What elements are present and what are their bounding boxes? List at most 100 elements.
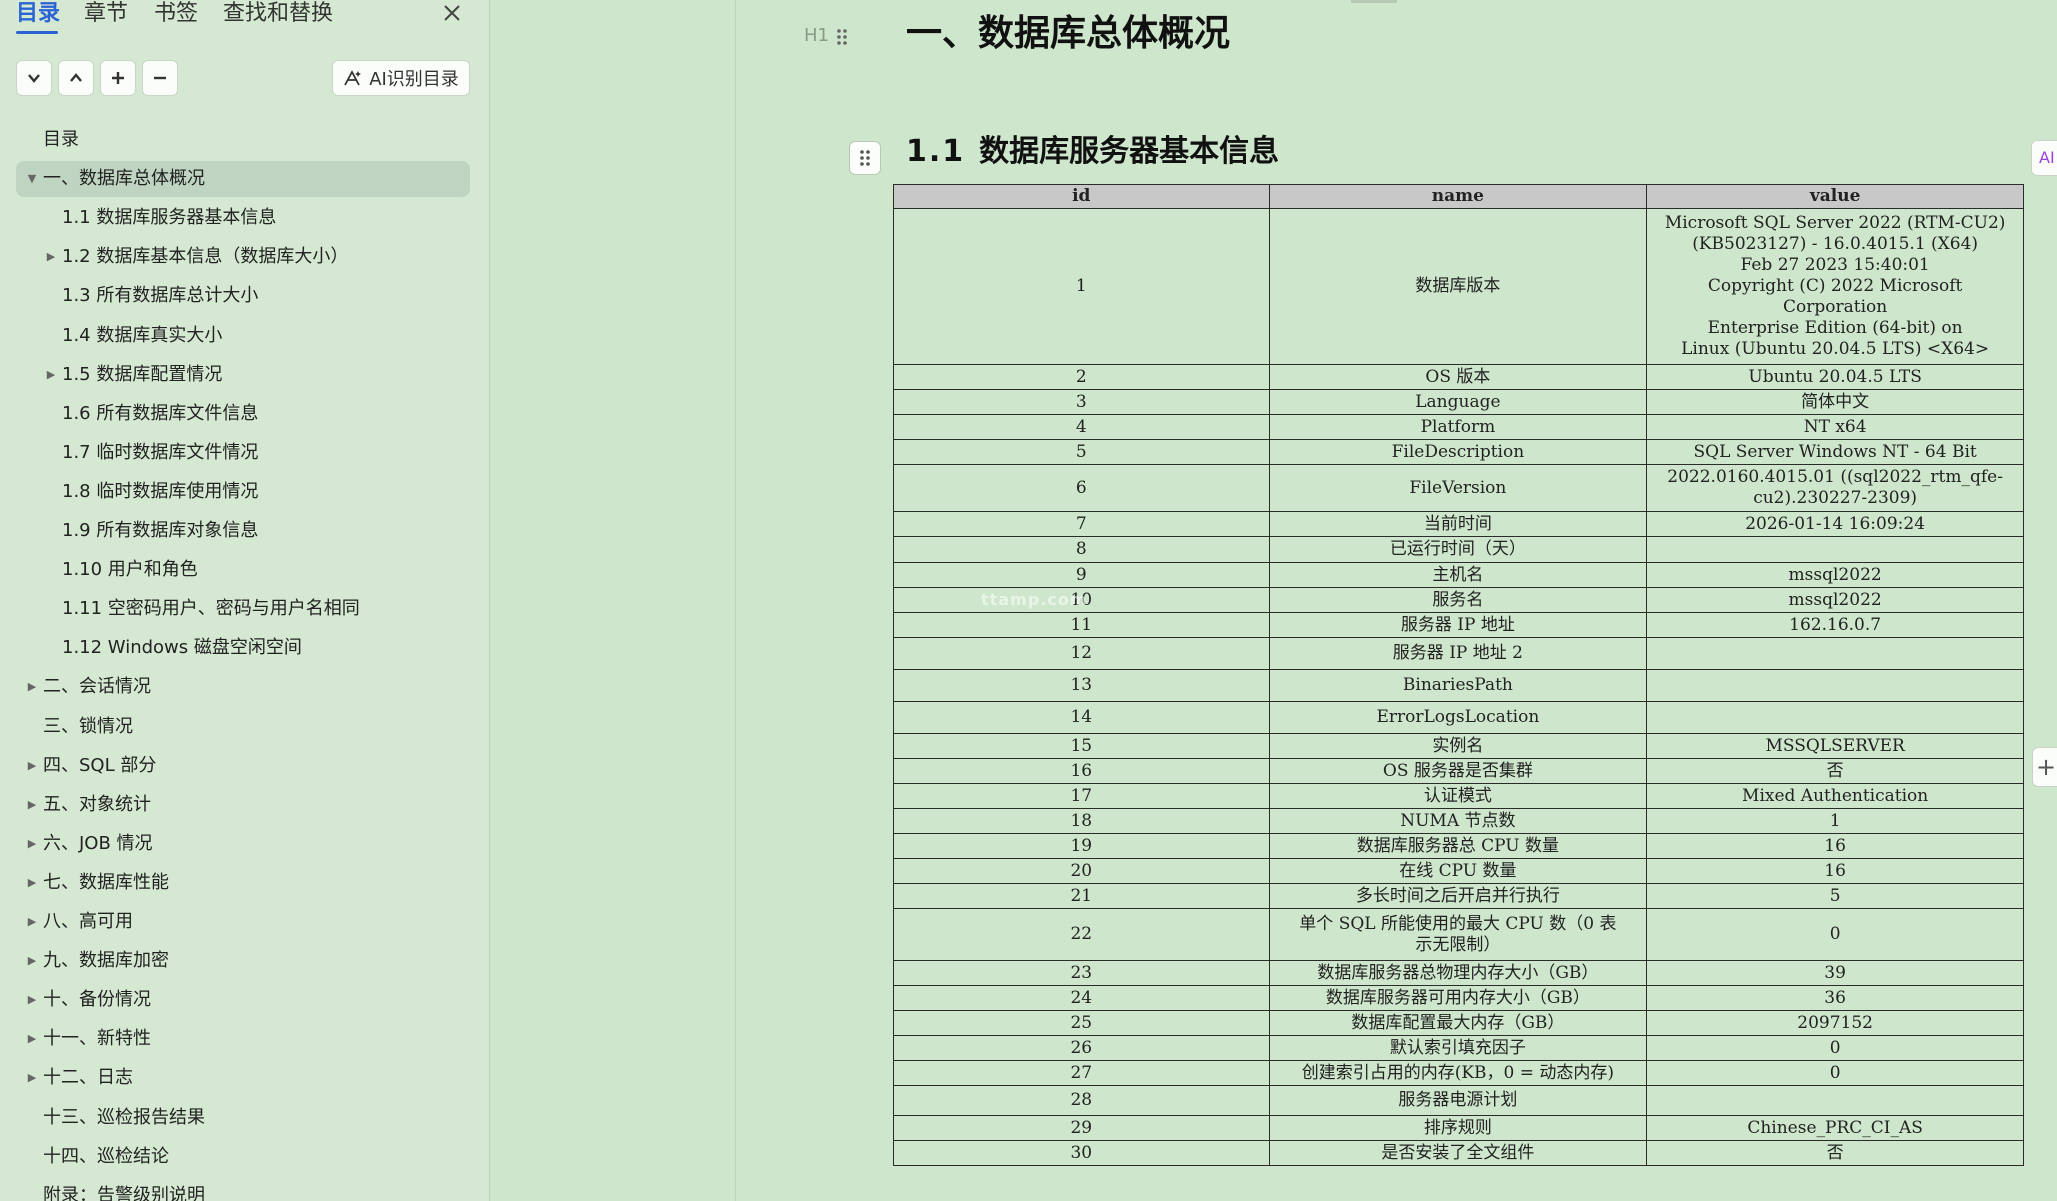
cell-id: 17 [893,783,1270,809]
cell-value: 16 [1646,833,2024,859]
cell-name: OS 服务器是否集群 [1268,758,1648,784]
watermark: ttamp.com [981,590,1088,609]
cell-name: 当前时间 [1268,511,1648,537]
collapsed-arrow-icon[interactable]: ▶ [25,826,39,862]
toc-item[interactable]: ▶ 十、备份情况 [16,982,470,1018]
heading-2: 1.1 数据库服务器基本信息 [906,130,1279,174]
document-canvas: H1 一、数据库总体概况 1.1 数据库服务器基本信息 AI + id name … [491,0,2057,1201]
collapsed-arrow-icon[interactable]: ▶ [25,787,39,823]
cell-value: 2097152 [1646,1010,2024,1036]
table-row: 25 数据库配置最大内存（GB） 2097152 [893,1010,2024,1036]
toc-item[interactable]: 1.6 所有数据库文件信息 [16,396,470,432]
section-drag-handle[interactable] [849,141,881,175]
toc-item[interactable]: ▶ 九、数据库加密 [16,943,470,979]
heading-1: 一、数据库总体概况 [906,13,1231,54]
toc-item[interactable]: ▶ 四、SQL 部分 [16,748,470,784]
table-row: 28 服务器电源计划 [893,1085,2024,1116]
cell-name: 服务器 IP 地址 [1268,612,1648,638]
cell-value: Mixed Authentication [1646,783,2024,809]
cell-id: 9 [893,562,1270,588]
toc-item[interactable]: ▶ 十一、新特性 [16,1021,470,1057]
tab-find-replace[interactable]: 查找和替换 [223,0,333,28]
cell-value: 16 [1646,858,2024,884]
close-sidebar-button[interactable] [440,2,464,26]
toc-item-label: 1.10 用户和角色 [62,559,198,581]
collapsed-arrow-icon[interactable]: ▶ [25,669,39,705]
cell-id: 21 [893,883,1270,909]
toc-item[interactable]: ▶ 1.5 数据库配置情况 [16,357,470,393]
toc-item[interactable]: 附录：告警级别说明 [16,1178,470,1201]
block-drag-handle[interactable] [831,22,853,52]
collapsed-arrow-icon[interactable]: ▶ [25,904,39,940]
table-row: 12 服务器 IP 地址 2 [893,637,2024,670]
toc-item-label: 1.12 Windows 磁盘空闲空间 [62,637,302,659]
toc-item[interactable]: ▶ 八、高可用 [16,904,470,940]
collapsed-arrow-icon[interactable]: ▶ [25,865,39,901]
cell-name: FileVersion [1268,464,1648,512]
collapsed-arrow-icon[interactable]: ▶ [25,1060,39,1096]
toc-item[interactable]: 1.7 临时数据库文件情况 [16,435,470,471]
toc-item-label: 1.5 数据库配置情况 [62,363,223,385]
collapsed-arrow-icon[interactable]: ▶ [25,943,39,979]
cell-value: Ubuntu 20.04.5 LTS [1646,364,2024,390]
collapsed-arrow-icon[interactable]: ▶ [44,357,58,393]
toc-item[interactable]: 十三、巡检报告结果 [16,1100,470,1136]
cell-name: 在线 CPU 数量 [1268,858,1648,884]
toc-item[interactable]: 1.1 数据库服务器基本信息 [16,200,470,236]
page-top-edge [1351,0,1397,3]
cell-name: Language [1268,389,1648,415]
remove-heading-button[interactable] [142,60,178,96]
toc-item[interactable]: 十四、巡检结论 [16,1139,470,1175]
collapsed-arrow-icon[interactable]: ▶ [25,748,39,784]
cell-name: 服务名 [1268,587,1648,613]
toc-item[interactable]: 1.12 Windows 磁盘空闲空间 [16,630,470,666]
table-row: 9 主机名 mssql2022 [893,562,2024,588]
insert-block-button[interactable]: + [2032,747,2057,787]
tab-bookmarks[interactable]: 书签 [154,0,198,28]
cell-value: 162.16.0.7 [1646,612,2024,638]
toc-item[interactable]: 1.3 所有数据库总计大小 [16,278,470,314]
toc-item[interactable]: 三、锁情况 [16,709,470,745]
cell-value: 2026-01-14 16:09:24 [1646,511,2024,537]
toc-item[interactable]: ▶ 五、对象统计 [16,787,470,823]
toc-item-label: 一、数据库总体概况 [43,168,205,190]
toc-item[interactable]: 目录 [16,122,470,158]
cell-value: mssql2022 [1646,562,2024,588]
toc-item[interactable]: ▶ 二、会话情况 [16,669,470,705]
table-row: 30 是否安装了全文组件否 [893,1140,2024,1166]
toc-item[interactable]: ▼ 一、数据库总体概况 [16,161,470,198]
toc-item[interactable]: 1.10 用户和角色 [16,552,470,588]
toc-item-label: 二、会话情况 [43,676,151,698]
ai-recognize-toc-button[interactable]: AI识别目录 [332,60,470,96]
toc-item[interactable]: ▶ 七、数据库性能 [16,865,470,901]
toc-item[interactable]: 1.11 空密码用户、密码与用户名相同 [16,591,470,627]
toc-item[interactable]: ▶ 1.2 数据库基本信息（数据库大小） [16,239,470,275]
expand-down-button[interactable] [16,60,52,96]
cell-name: 已运行时间（天） [1268,536,1648,563]
collapsed-arrow-icon[interactable]: ▶ [44,239,58,275]
toc-item[interactable]: ▶ 六、JOB 情况 [16,826,470,862]
add-heading-button[interactable] [100,60,136,96]
tab-chapters[interactable]: 章节 [84,0,128,28]
collapsed-arrow-icon[interactable]: ▶ [25,982,39,1018]
collapse-up-button[interactable] [58,60,94,96]
toc-item-label: 十二、日志 [43,1067,133,1089]
table-row: 29 排序规则 Chinese_PRC_CI_AS [893,1115,2024,1141]
ai-assistant-tab[interactable]: AI [2031,140,2057,176]
tab-toc[interactable]: 目录 [16,0,60,28]
column-header-id: id [893,184,1270,209]
cell-id: 3 [893,389,1270,415]
toc-item[interactable]: 1.9 所有数据库对象信息 [16,513,470,549]
expanded-arrow-icon[interactable]: ▼ [25,161,39,197]
cell-value [1646,637,2024,670]
cell-value: 0 [1646,908,2024,961]
toc-item[interactable]: 1.8 临时数据库使用情况 [16,474,470,510]
cell-value: Microsoft SQL Server 2022 (RTM-CU2) (KB5… [1646,208,2024,365]
cell-value: 否 [1646,758,2024,784]
cell-id: 4 [893,414,1270,440]
chevron-up-icon [70,73,82,82]
cell-id: 25 [893,1010,1270,1036]
toc-item[interactable]: 1.4 数据库真实大小 [16,318,470,354]
toc-item[interactable]: ▶ 十二、日志 [16,1060,470,1096]
collapsed-arrow-icon[interactable]: ▶ [25,1021,39,1057]
